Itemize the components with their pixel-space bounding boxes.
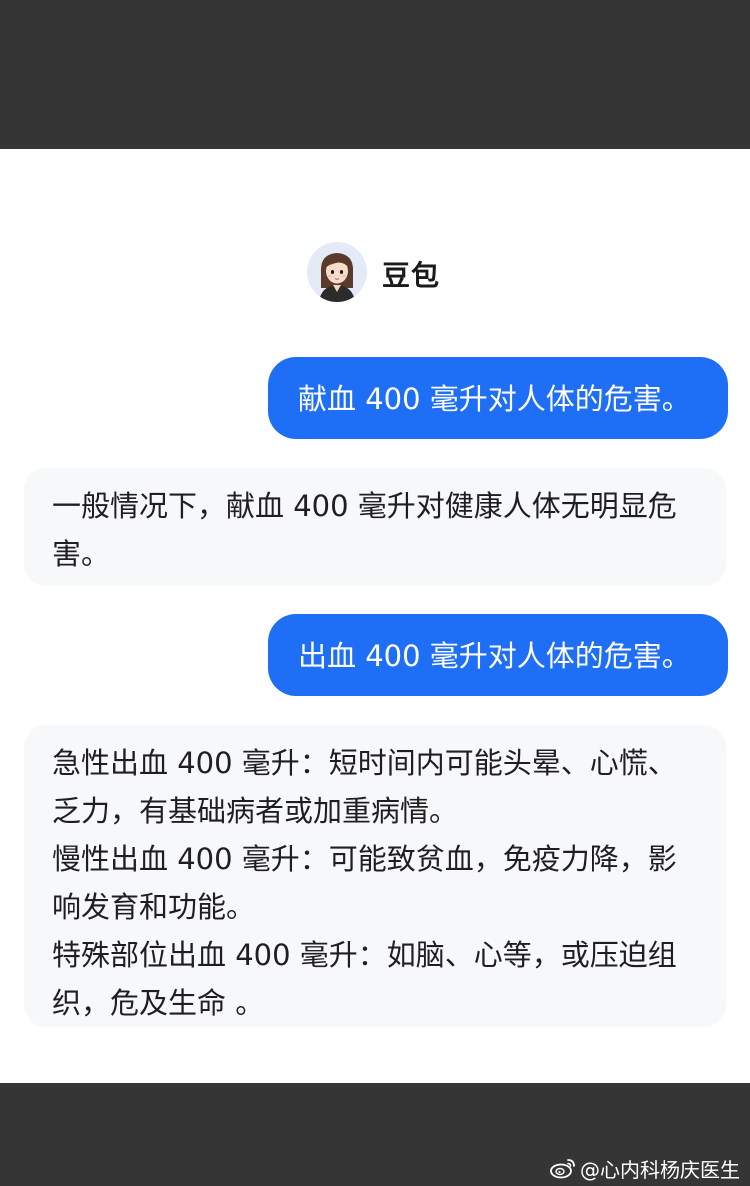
bot-name: 豆包 (382, 259, 441, 292)
watermark: @心内科杨庆医生 (550, 1155, 740, 1182)
assistant-message-bubble[interactable]: 急性出血 400 毫升：短时间内可能头晕、心慌、乏力，有基础病者或加重病情。 慢… (24, 725, 726, 1027)
watermark-text: @心内科杨庆医生 (580, 1157, 740, 1182)
assistant-message-line: 一般情况下，献血 400 毫升对健康人体无明显危害。 (52, 489, 677, 571)
avatar-icon[interactable] (307, 242, 367, 302)
user-message-text: 出血 400 毫升对人体的危害。 (298, 639, 691, 673)
chat-panel: 豆包 献血 400 毫升对人体的危害。 一般情况下，献血 400 毫升对健康人体… (0, 149, 750, 1083)
chat-header: 豆包 (0, 242, 750, 302)
user-message-bubble[interactable]: 出血 400 毫升对人体的危害。 (268, 614, 728, 696)
assistant-message-line: 特殊部位出血 400 毫升：如脑、心等，或压迫组织，危及生命 。 (52, 938, 677, 1020)
top-dark-band (0, 0, 750, 149)
assistant-message-line: 慢性出血 400 毫升：可能致贫血，免疫力降，影响发育和功能。 (52, 842, 677, 924)
assistant-message-bubble[interactable]: 一般情况下，献血 400 毫升对健康人体无明显危害。 (24, 468, 726, 586)
weibo-logo-icon (550, 1159, 575, 1179)
assistant-message-line: 急性出血 400 毫升：短时间内可能头晕、心慌、乏力，有基础病者或加重病情。 (52, 746, 677, 828)
user-message-bubble[interactable]: 献血 400 毫升对人体的危害。 (268, 357, 728, 439)
user-message-text: 献血 400 毫升对人体的危害。 (298, 382, 691, 416)
